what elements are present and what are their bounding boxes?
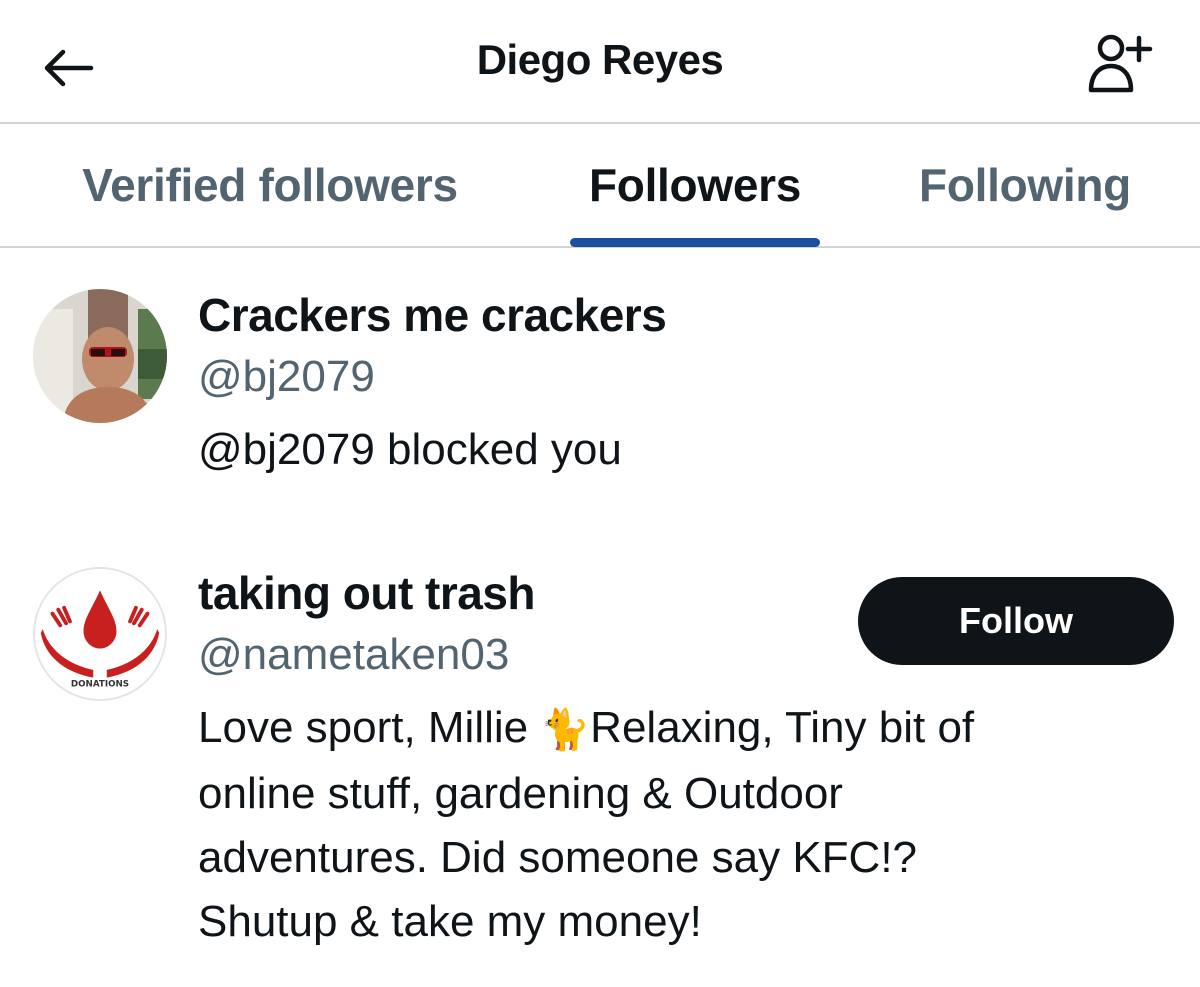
donations-logo: DONATIONS (35, 569, 165, 699)
display-name[interactable]: Crackers me crackers (198, 288, 667, 342)
user-handle: @bj2079 (198, 352, 375, 401)
user-bio: Love sport, Millie 🐈Relaxing, Tiny bit o… (198, 696, 1158, 954)
bio-text: Relaxing, Tiny bit of (590, 703, 975, 752)
avatar-crackers[interactable] (33, 289, 167, 423)
tab-following[interactable]: Following (880, 124, 1170, 246)
tab-followers[interactable]: Followers (560, 124, 830, 246)
page-title: Diego Reyes (476, 36, 724, 83)
avatar-photo (33, 289, 167, 423)
active-tab-indicator (570, 238, 820, 247)
avatar-taking-out-trash[interactable]: DONATIONS (33, 567, 167, 701)
cat-emoji-icon: 🐈 (540, 707, 591, 754)
tab-verified-followers[interactable]: Verified followers (30, 124, 510, 246)
bio-line: adventures. Did someone say KFC!? (198, 833, 918, 883)
add-user-icon (1088, 34, 1153, 93)
top-bar: Diego Reyes (0, 0, 1200, 124)
bio-line: Love sport, Millie 🐈Relaxing, Tiny bit o… (198, 696, 1158, 762)
tab-bar: Verified followers Followers Following (0, 124, 1200, 248)
add-user-button[interactable] (1080, 28, 1160, 98)
follow-button[interactable]: Follow (858, 577, 1174, 665)
bio-line: Shutup & take my money! (198, 897, 702, 947)
blocked-status: @bj2079 blocked you (198, 425, 622, 474)
display-name[interactable]: taking out trash (198, 566, 536, 620)
bio-text: Love sport, Millie (198, 703, 541, 752)
bio-line: online stuff, gardening & Outdoor (198, 769, 843, 819)
user-handle: @nametaken03 (198, 630, 510, 679)
logo-text: DONATIONS (71, 679, 129, 689)
